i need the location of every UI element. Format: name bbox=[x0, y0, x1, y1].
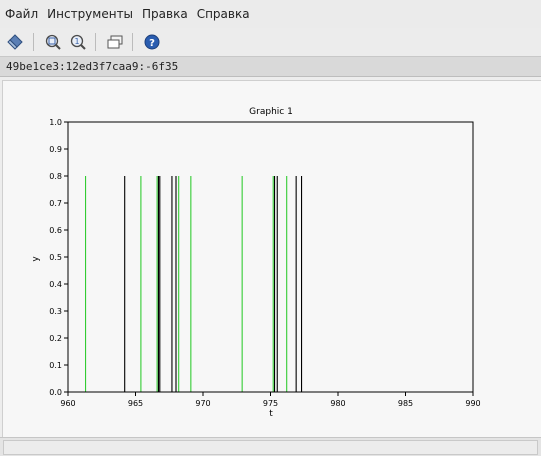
menu-tools[interactable]: Инструменты bbox=[42, 7, 137, 21]
toolbar-separator bbox=[132, 33, 133, 51]
y-tick-label: 0.3 bbox=[49, 307, 62, 316]
y-tick-label: 0.8 bbox=[49, 172, 62, 181]
rotate-icon bbox=[107, 35, 123, 49]
y-tick-label: 0.2 bbox=[49, 334, 62, 343]
menu-help[interactable]: Справка bbox=[192, 7, 254, 21]
plot[interactable]: Graphic 1 0.0 0.1 0.2 0.3 0.4 0.5 0.6 0.7 0.8 0.9… bbox=[3, 81, 541, 437]
graphics-canvas[interactable]: Graphic 1 0.0 0.1 0.2 0.3 0.4 0.5 0.6 0.7 0.8 0.9… bbox=[2, 80, 541, 437]
datatip-icon bbox=[7, 34, 23, 50]
svg-text:1: 1 bbox=[74, 37, 79, 46]
menu-edit[interactable]: Правка bbox=[137, 7, 192, 21]
chart-title: Graphic 1 bbox=[249, 107, 293, 117]
figure-id-bar: 49be1ce3:12ed3f7caa9:-6f35 bbox=[0, 57, 541, 77]
status-field bbox=[3, 440, 538, 455]
toolbar-separator bbox=[95, 33, 96, 51]
figure-id: 49be1ce3:12ed3f7caa9:-6f35 bbox=[6, 60, 179, 73]
axes-box bbox=[67, 121, 474, 393]
y-tick-label: 0.5 bbox=[49, 253, 62, 262]
rotate-button[interactable] bbox=[104, 31, 126, 53]
x-tick-label: 980 bbox=[330, 399, 345, 408]
x-tick-label: 960 bbox=[60, 399, 75, 408]
x-tick-label: 965 bbox=[128, 399, 143, 408]
y-tick-label: 0.4 bbox=[49, 280, 62, 289]
toolbar: 1 ? bbox=[0, 28, 541, 57]
bars-group bbox=[85, 176, 303, 392]
help-button[interactable]: ? bbox=[141, 31, 163, 53]
x-axis-label: t bbox=[269, 409, 273, 419]
toolbar-separator bbox=[33, 33, 34, 51]
zoom-reset-button[interactable]: 1 bbox=[67, 31, 89, 53]
y-tick-label: 0.1 bbox=[49, 361, 62, 370]
menubar: Файл Инструменты Правка Справка bbox=[0, 0, 541, 28]
x-tick-label: 990 bbox=[465, 399, 480, 408]
y-axis: 0.0 0.1 0.2 0.3 0.4 0.5 0.6 0.7 0.8 0.9 1.0 bbox=[49, 118, 68, 397]
y-tick-label: 0.9 bbox=[49, 145, 62, 154]
y-tick-label: 0.0 bbox=[49, 388, 62, 397]
zoom-reset-icon: 1 bbox=[70, 34, 86, 50]
svg-text:?: ? bbox=[149, 38, 155, 49]
y-axis-label: y bbox=[31, 256, 41, 262]
datatip-button[interactable] bbox=[5, 31, 27, 53]
x-tick-label: 970 bbox=[195, 399, 210, 408]
status-bar bbox=[0, 437, 541, 456]
menu-file[interactable]: Файл bbox=[0, 7, 42, 21]
x-tick-label: 975 bbox=[263, 399, 278, 408]
zoom-icon bbox=[45, 34, 61, 50]
y-tick-label: 0.7 bbox=[49, 199, 62, 208]
zoom-button[interactable] bbox=[42, 31, 64, 53]
y-tick-label: 1.0 bbox=[49, 118, 62, 127]
y-tick-label: 0.6 bbox=[49, 226, 62, 235]
x-tick-label: 985 bbox=[398, 399, 413, 408]
x-axis: 960 965 970 975 980 985 990 bbox=[60, 392, 481, 408]
help-icon: ? bbox=[144, 34, 160, 50]
